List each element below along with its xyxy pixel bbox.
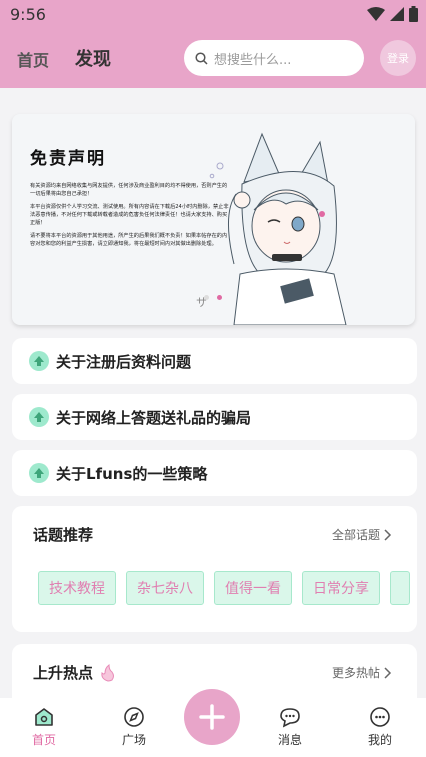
tab-label: 我的 <box>367 733 392 747</box>
top-bar: 首页 发现 想搜些什么... 登录 <box>0 30 426 88</box>
home-icon <box>35 708 53 726</box>
status-time: 9:56 <box>10 5 46 24</box>
carousel-dot-active[interactable] <box>217 295 222 300</box>
topic-chip[interactable]: 值得一看 <box>214 571 292 605</box>
more-hot-label: 更多热帖 <box>331 666 380 680</box>
flame-icon <box>101 663 115 682</box>
tab-home-bottom[interactable]: 首页 <box>14 706 74 748</box>
topic-chip-partial[interactable] <box>390 571 410 605</box>
search-icon <box>195 51 208 65</box>
chevron-right-icon <box>384 528 392 541</box>
tab-label: 广场 <box>121 733 146 747</box>
hot-heading: 上升热点 <box>33 662 117 683</box>
arrow-up-icon <box>29 351 49 371</box>
signal-icon <box>390 7 404 21</box>
notice-title: 关于网络上答题送礼品的骗局 <box>56 408 252 427</box>
profile-icon <box>370 707 390 727</box>
topics-card: 话题推荐 全部话题 技术教程 杂七杂八 值得一看 日常分享 <box>12 506 417 632</box>
topic-chip[interactable]: 杂七杂八 <box>126 571 204 605</box>
status-bar: 9:56 <box>0 0 426 30</box>
search-input[interactable]: 想搜些什么... <box>184 40 364 76</box>
all-topics-label: 全部话题 <box>331 528 380 542</box>
tab-profile[interactable]: 我的 <box>350 706 410 748</box>
anime-girl-illustration: サ <box>196 132 347 325</box>
tab-label: 消息 <box>277 733 302 747</box>
carousel-dot[interactable] <box>204 295 209 300</box>
more-hot-link[interactable]: 更多热帖 <box>332 664 392 681</box>
hot-heading-label: 上升热点 <box>33 664 94 682</box>
tab-home[interactable]: 首页 <box>17 47 49 71</box>
topic-chips: 技术教程 杂七杂八 值得一看 日常分享 <box>38 571 410 605</box>
search-placeholder: 想搜些什么... <box>214 52 292 68</box>
arrow-up-icon <box>29 463 49 483</box>
wifi-icon <box>367 7 385 21</box>
notice-title: 关于Lfuns的一些策略 <box>56 464 208 483</box>
banner-title: 免责声明 <box>30 149 106 169</box>
tab-label: 首页 <box>31 733 56 747</box>
create-post-button[interactable] <box>184 689 240 745</box>
topic-chip[interactable]: 日常分享 <box>302 571 380 605</box>
notice-title: 关于注册后资料问题 <box>56 352 192 371</box>
carousel-dots <box>204 295 222 300</box>
status-icons <box>367 6 418 22</box>
notice-item[interactable]: 关于网络上答题送礼品的骗局 <box>12 394 417 440</box>
tab-messages[interactable]: 消息 <box>260 706 320 748</box>
notice-item[interactable]: 关于注册后资料问题 <box>12 338 417 384</box>
chevron-right-icon <box>384 666 392 679</box>
chat-icon <box>280 708 300 728</box>
plus-icon <box>199 704 225 730</box>
disclaimer-banner[interactable]: 免责声明 有关资源均来自网络收集与网友提供，任何涉及商业盈利目的均不得使用，否则… <box>12 114 415 325</box>
topic-chip[interactable]: 技术教程 <box>38 571 116 605</box>
compass-icon <box>124 707 144 727</box>
login-button[interactable]: 登录 <box>380 40 416 76</box>
arrow-up-icon <box>29 407 49 427</box>
notice-item[interactable]: 关于Lfuns的一些策略 <box>12 450 417 496</box>
tab-square[interactable]: 广场 <box>104 706 164 748</box>
tab-discover[interactable]: 发现 <box>75 45 111 71</box>
all-topics-link[interactable]: 全部话题 <box>332 526 392 543</box>
battery-icon <box>409 6 418 22</box>
topics-heading: 话题推荐 <box>33 526 94 544</box>
